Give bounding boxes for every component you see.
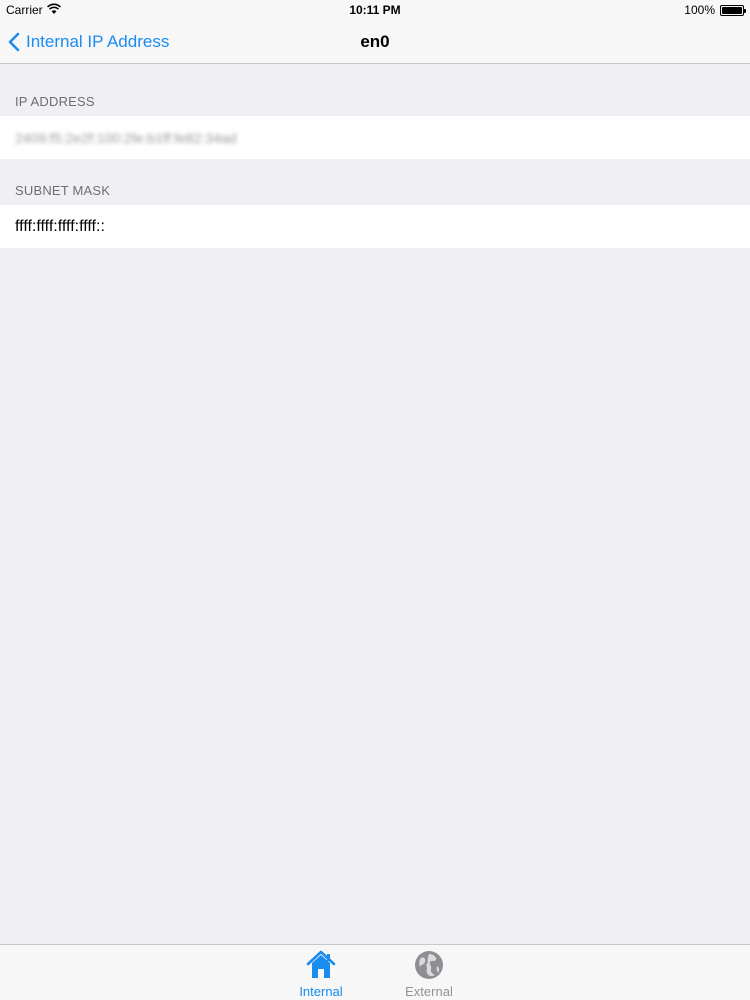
house-icon (306, 950, 336, 978)
subnet-mask-cell[interactable]: ffff:ffff:ffff:ffff:: (0, 205, 750, 248)
tab-internal-label: Internal (299, 984, 343, 999)
section-header-ip-address: IP ADDRESS (15, 94, 95, 109)
ip-address-cell[interactable]: 2409:f5:2e2f:100:2fe:b1ff:fe82:34ad (0, 116, 750, 159)
status-bar: Carrier 10:11 PM 100% (0, 0, 750, 20)
ip-address-value: 2409:f5:2e2f:100:2fe:b1ff:fe82:34ad (15, 129, 237, 146)
navigation-bar: Internal IP Address en0 (0, 20, 750, 64)
tab-bar: Internal External (0, 944, 750, 1000)
tab-external-label: External (405, 984, 453, 999)
tab-external[interactable]: External (389, 949, 469, 999)
tab-internal[interactable]: Internal (281, 949, 361, 999)
section-header-subnet-mask: SUBNET MASK (15, 183, 111, 198)
battery-icon (720, 5, 746, 16)
battery-percent: 100% (684, 3, 715, 17)
status-time: 10:11 PM (349, 3, 401, 17)
page-title: en0 (360, 32, 390, 51)
globe-icon (415, 951, 443, 979)
subnet-mask-value: ffff:ffff:ffff:ffff:: (15, 217, 105, 235)
